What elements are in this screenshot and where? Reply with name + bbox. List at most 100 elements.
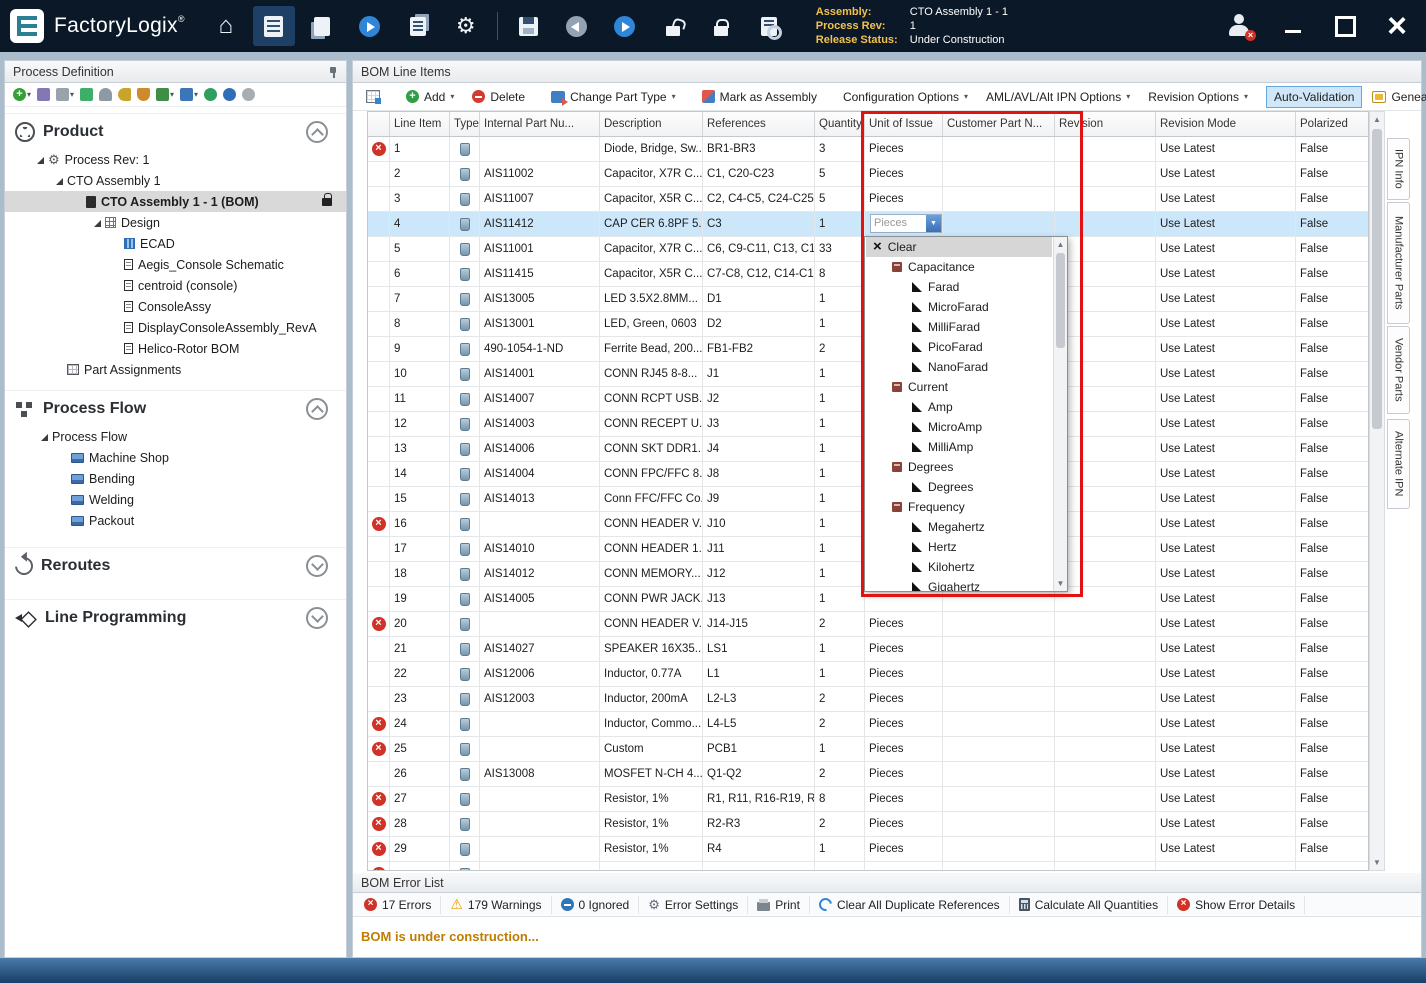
table-row[interactable]: 1Diode, Bridge, Sw...BR1-BR33PiecesUse L… — [368, 137, 1368, 162]
forward-icon[interactable] — [604, 6, 646, 46]
dropdown-scroll-up-icon[interactable]: ▲ — [1054, 237, 1067, 252]
expander-icon[interactable] — [54, 176, 63, 185]
column-header-polarized[interactable]: Polarized — [1296, 112, 1368, 137]
user-icon[interactable] — [99, 88, 112, 101]
unit-option-gigahertz[interactable]: Gigahertz — [866, 577, 1052, 591]
table-row[interactable]: 25CustomPCB11PiecesUse LatestFalse — [368, 737, 1368, 762]
process-flow-section-header[interactable]: Process Flow — [5, 390, 346, 426]
expander-icon[interactable] — [35, 155, 44, 164]
delete-button[interactable]: Delete — [464, 86, 533, 108]
print-icon[interactable]: ▾ — [56, 88, 74, 101]
minimize-button[interactable] — [1278, 12, 1308, 40]
configuration-options-button[interactable]: Configuration Options▾ — [835, 86, 976, 108]
table-row[interactable]: 23AIS12003Inductor, 200mAL2-L32PiecesUse… — [368, 687, 1368, 712]
unit-option-current[interactable]: Current — [866, 377, 1052, 397]
transfer-icon[interactable] — [80, 88, 93, 101]
show-error-details-button[interactable]: Show Error Details — [1168, 896, 1305, 914]
flow-item-packout[interactable]: Packout — [5, 510, 346, 531]
table-row[interactable]: 28Resistor, 1%R2-R32PiecesUse LatestFals… — [368, 812, 1368, 837]
column-header-unit-of-issue[interactable]: Unit of Issue — [865, 112, 943, 137]
expander-icon[interactable] — [92, 218, 101, 227]
globe-icon[interactable] — [204, 88, 217, 101]
table-row[interactable]: 2AIS11002Capacitor, X7R C...C1, C20-C235… — [368, 162, 1368, 187]
product-item-cto-assembly-1-1-bom[interactable]: CTO Assembly 1 - 1 (BOM) — [5, 191, 346, 212]
bom-editor-icon[interactable] — [253, 6, 295, 46]
side-tab-alternate-ipn[interactable]: Alternate IPN — [1387, 419, 1410, 509]
unit-option-milliamp[interactable]: MilliAmp — [866, 437, 1052, 457]
column-header-type[interactable]: Type — [450, 112, 480, 137]
change-part-type-button[interactable]: Change Part Type▾ — [543, 86, 684, 108]
product-item-consoleassy[interactable]: ConsoleAssy — [5, 296, 346, 317]
unit-option-amp[interactable]: Amp — [866, 397, 1052, 417]
product-item-displayconsoleassembly-reva[interactable]: DisplayConsoleAssembly_RevA — [5, 317, 346, 338]
product-item-part-assignments[interactable]: Part Assignments — [5, 359, 346, 380]
table-row[interactable]: 27Resistor, 1%R1, R11, R16-R19, R2...8Pi… — [368, 787, 1368, 812]
side-tab-manufacturer-parts[interactable]: Manufacturer Parts — [1387, 202, 1410, 324]
table-row[interactable]: 21AIS14027SPEAKER 16X35...LS11PiecesUse … — [368, 637, 1368, 662]
table-scrollbar[interactable]: ▲ ▼ — [1369, 111, 1385, 871]
product-section-header[interactable]: Product — [5, 113, 346, 149]
save-icon[interactable] — [508, 6, 550, 46]
product-item-ecad[interactable]: ECAD — [5, 233, 346, 254]
key-icon[interactable] — [118, 88, 131, 101]
add-icon[interactable]: ▾ — [13, 88, 31, 101]
product-item-cto-assembly-1[interactable]: CTO Assembly 1 — [5, 170, 346, 191]
0-ignored-button[interactable]: 0 Ignored — [552, 896, 640, 914]
revision-options-button[interactable]: Revision Options▾ — [1140, 86, 1256, 108]
genealogy-button[interactable]: Genealogy — [1364, 86, 1426, 108]
product-item-aegis-console-schematic[interactable]: Aegis_Console Schematic — [5, 254, 346, 275]
product-item-helico-rotor-bom[interactable]: Helico-Rotor BOM — [5, 338, 346, 359]
dropdown-scroll-thumb[interactable] — [1056, 253, 1065, 348]
lock-icon[interactable] — [700, 6, 742, 46]
link-icon[interactable] — [37, 88, 50, 101]
scroll-up-icon[interactable]: ▲ — [1370, 112, 1384, 127]
auto-validation-button[interactable]: Auto-Validation — [1266, 86, 1363, 108]
column-header-revision[interactable]: Revision — [1055, 112, 1156, 137]
unit-option-millifarad[interactable]: MilliFarad — [866, 317, 1052, 337]
column-header-indicator[interactable] — [368, 112, 390, 137]
record-icon[interactable] — [242, 88, 255, 101]
package-green-icon[interactable]: ▾ — [156, 88, 174, 101]
settings-icon[interactable] — [445, 6, 487, 46]
column-header-revision-mode[interactable]: Revision Mode — [1156, 112, 1296, 137]
side-tab-ipn-info[interactable]: IPN Info — [1387, 138, 1410, 200]
combobox-dropdown-button[interactable]: ▼ — [926, 215, 941, 232]
column-header-quantity[interactable]: Quantity — [815, 112, 865, 137]
line-programming-section-header[interactable]: Line Programming — [5, 599, 346, 635]
table-row[interactable]: 4AIS11412CAP CER 6.8PF 5...C31Pieces▼Use… — [368, 212, 1368, 237]
collapse-product-button[interactable] — [306, 121, 328, 143]
expand-reroutes-button[interactable] — [306, 555, 328, 577]
unit-option-megahertz[interactable]: Megahertz — [866, 517, 1052, 537]
maximize-button[interactable] — [1330, 12, 1360, 40]
unit-option-microfarad[interactable]: MicroFarad — [866, 297, 1052, 317]
column-header-references[interactable]: References — [703, 112, 815, 137]
side-tab-vendor-parts[interactable]: Vendor Parts — [1387, 326, 1410, 414]
unit-option-clear[interactable]: Clear — [866, 237, 1052, 257]
dropdown-scrollbar[interactable]: ▲ ▼ — [1053, 237, 1067, 591]
scroll-down-icon[interactable]: ▼ — [1370, 855, 1384, 870]
flow-item-bending[interactable]: Bending — [5, 468, 346, 489]
product-item-centroid-console[interactable]: centroid (console) — [5, 275, 346, 296]
flow-item-machine-shop[interactable]: Machine Shop — [5, 447, 346, 468]
error-settings-button[interactable]: Error Settings — [639, 896, 748, 914]
unit-option-degrees[interactable]: Degrees — [866, 457, 1052, 477]
table-row[interactable]: 3AIS11007Capacitor, X5R C...C2, C4-C5, C… — [368, 187, 1368, 212]
package-blue-icon[interactable]: ▾ — [180, 88, 198, 101]
add-button[interactable]: Add▾ — [398, 86, 462, 108]
unit-of-issue-combobox[interactable]: Pieces▼ — [870, 214, 942, 233]
unit-option-picofarad[interactable]: PicoFarad — [866, 337, 1052, 357]
table-row[interactable]: 26AIS13008MOSFET N-CH 4...Q1-Q22PiecesUs… — [368, 762, 1368, 787]
layout-button[interactable] — [358, 86, 388, 107]
unit-option-hertz[interactable]: Hertz — [866, 537, 1052, 557]
unit-option-kilohertz[interactable]: Kilohertz — [866, 557, 1052, 577]
17-errors-button[interactable]: 17 Errors — [355, 896, 441, 914]
unit-option-capacitance[interactable]: Capacitance — [866, 257, 1052, 277]
clear-all-duplicate-references-button[interactable]: Clear All Duplicate References — [810, 896, 1010, 914]
product-item-design[interactable]: Design — [5, 212, 346, 233]
table-row[interactable]: 22AIS12006Inductor, 0.77AL11PiecesUse La… — [368, 662, 1368, 687]
dropdown-scroll-down-icon[interactable]: ▼ — [1054, 576, 1067, 591]
mark-as-assembly-button[interactable]: Mark as Assembly — [694, 86, 825, 108]
unit-option-farad[interactable]: Farad — [866, 277, 1052, 297]
calculate-all-quantities-button[interactable]: Calculate All Quantities — [1010, 896, 1168, 914]
process-docs-icon[interactable] — [301, 6, 343, 46]
